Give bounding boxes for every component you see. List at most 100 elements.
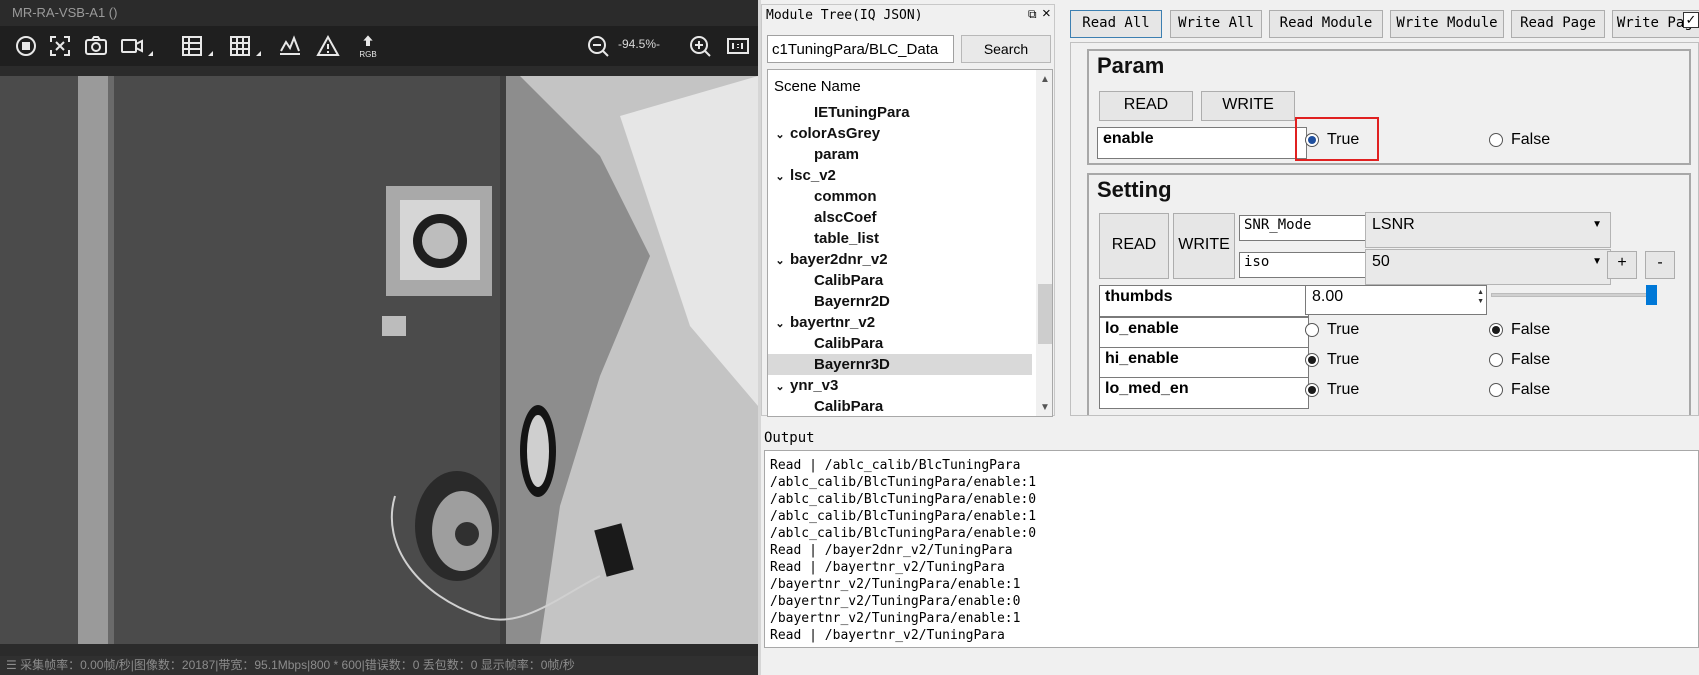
radio-dot <box>1305 353 1319 367</box>
stop-icon[interactable] <box>12 32 40 60</box>
chevron-down-icon[interactable]: ⌄ <box>772 251 788 272</box>
output-log[interactable]: Read | /ablc_calib/BlcTuningPara/ablc_ca… <box>764 450 1699 648</box>
original-size-icon[interactable] <box>724 32 752 60</box>
true-label: True <box>1327 131 1360 148</box>
hi-enable-true-radio[interactable]: True <box>1305 351 1359 369</box>
thumbds-field: thumbds <box>1099 285 1309 317</box>
lo-med-en-true-radio[interactable]: True <box>1305 381 1359 399</box>
thumbds-spinbox[interactable]: 8.00 ▲ ▼ <box>1305 285 1487 315</box>
float-icon[interactable]: ⧉ <box>1028 7 1037 22</box>
tree-item-label: param <box>814 146 860 163</box>
param-title: Param <box>1097 53 1165 78</box>
enable-true-radio[interactable]: True <box>1305 131 1359 149</box>
chevron-down-icon: ▼ <box>1592 256 1602 267</box>
tree-scrollbar-thumb[interactable] <box>1038 284 1052 344</box>
tree-scrollbar[interactable] <box>1036 70 1052 416</box>
read-module-button[interactable]: Read Module <box>1269 10 1383 38</box>
spin-arrows-icon[interactable]: ▲ ▼ <box>1477 288 1484 306</box>
output-line: /bayertnr_v2/TuningPara/enable:1 <box>770 611 1021 626</box>
true-label: True <box>1327 351 1360 368</box>
setting-write-button[interactable]: WRITE <box>1173 213 1235 279</box>
tree-item[interactable]: Bayernr3D <box>768 354 1032 375</box>
read-all-button[interactable]: Read All <box>1070 10 1162 38</box>
fit-screen-icon[interactable] <box>46 32 74 60</box>
output-line: Read | /bayertnr_v2/TuningPara <box>770 628 1005 643</box>
thumbds-slider-handle[interactable] <box>1646 285 1657 305</box>
video-icon[interactable] <box>118 32 153 60</box>
setting-field-lo-enable: lo_enable <box>1099 317 1309 349</box>
parameter-content: Param READ WRITE enable True False Setti… <box>1070 42 1699 416</box>
lo-enable-true-radio[interactable]: True <box>1305 321 1359 339</box>
zoom-in-icon[interactable] <box>686 32 714 60</box>
remove-iso-button[interactable]: - <box>1645 251 1675 279</box>
hi-enable-false-radio[interactable]: False <box>1489 351 1550 369</box>
iso-select[interactable]: 50 ▼ <box>1365 249 1611 285</box>
enable-false-radio[interactable]: False <box>1489 131 1550 149</box>
tree-item-label: Bayernr2D <box>814 293 890 310</box>
output-line: /ablc_calib/BlcTuningPara/enable:1 <box>770 509 1037 524</box>
tree-item[interactable]: common <box>768 186 1032 207</box>
grid-icon[interactable] <box>178 32 213 60</box>
radio-dot <box>1489 323 1503 337</box>
tree-item[interactable]: ⌄ bayer2dnr_v2 <box>768 249 1032 270</box>
output-line: /bayertnr_v2/TuningPara/enable:0 <box>770 594 1021 609</box>
scroll-down-icon[interactable]: ▼ <box>1040 402 1050 413</box>
tree-item[interactable]: table_list <box>768 228 1032 249</box>
thumbds-value: 8.00 <box>1312 288 1344 305</box>
zoom-level: -94.5%- <box>618 37 661 51</box>
chevron-down-icon[interactable]: ⌄ <box>772 125 788 146</box>
chevron-down-icon[interactable]: ⌄ <box>772 314 788 335</box>
camera-image[interactable] <box>0 76 758 644</box>
auto-checkbox[interactable]: ✓ <box>1683 12 1699 28</box>
zoom-out-icon[interactable] <box>584 32 612 60</box>
rgb-upload-icon[interactable]: RGB <box>354 32 382 60</box>
warning-icon[interactable] <box>314 32 342 60</box>
tree-item[interactable]: ⌄ bayertnr_v2 <box>768 312 1032 333</box>
search-button[interactable]: Search <box>961 35 1051 63</box>
tree-item[interactable]: alscCoef <box>768 207 1032 228</box>
tree-item[interactable]: CalibPara <box>768 333 1032 354</box>
tree-header: Scene Name <box>774 78 861 95</box>
enable-field: enable <box>1097 127 1307 159</box>
param-read-button[interactable]: READ <box>1099 91 1193 121</box>
param-write-button[interactable]: WRITE <box>1201 91 1295 121</box>
true-label: True <box>1327 381 1360 398</box>
output-line: Read | /bayertnr_v2/TuningPara <box>770 560 1005 575</box>
tree-item[interactable]: param <box>768 144 1032 165</box>
grid-large-icon[interactable] <box>226 32 261 60</box>
tree-item[interactable]: ⌄ colorAsGrey <box>768 123 1032 144</box>
snr-mode-value: LSNR <box>1372 216 1415 233</box>
tree-item[interactable]: IETuningPara <box>768 102 1032 123</box>
close-icon[interactable]: × <box>1042 5 1051 22</box>
histogram-icon[interactable] <box>276 32 304 60</box>
write-module-button[interactable]: Write Module <box>1390 10 1504 38</box>
tree-item[interactable]: ⌄ ynr_v3 <box>768 375 1032 396</box>
lo-enable-false-radio[interactable]: False <box>1489 321 1550 339</box>
tree-item[interactable]: ⌄ lsc_v2 <box>768 165 1032 186</box>
add-iso-button[interactable]: + <box>1607 251 1637 279</box>
chevron-down-icon[interactable]: ⌄ <box>772 167 788 188</box>
camera-icon[interactable] <box>82 32 110 60</box>
module-path-input[interactable]: c1TuningPara/BLC_Data <box>767 35 954 63</box>
false-label: False <box>1511 131 1551 148</box>
snr-mode-select[interactable]: LSNR ▼ <box>1365 212 1611 248</box>
lo-med-en-false-radio[interactable]: False <box>1489 381 1550 399</box>
setting-read-button[interactable]: READ <box>1099 213 1169 279</box>
output-line: /ablc_calib/BlcTuningPara/enable:1 <box>770 475 1037 490</box>
tree-item-label: CalibPara <box>814 335 884 352</box>
radio-dot <box>1305 323 1319 337</box>
iso-value: 50 <box>1372 253 1390 270</box>
true-label: True <box>1327 321 1360 338</box>
tree-item[interactable]: CalibPara <box>768 396 1032 416</box>
chevron-down-icon[interactable]: ⌄ <box>772 377 788 398</box>
setting-title: Setting <box>1097 177 1172 202</box>
image-viewer-panel: MR-RA-VSB-A1 () RGB -94.5%- ☰ 采集帧率：0.00帧… <box>0 0 758 675</box>
thumbds-slider[interactable] <box>1491 293 1657 297</box>
tree-item[interactable]: Bayernr2D <box>768 291 1032 312</box>
scroll-up-icon[interactable]: ▲ <box>1040 74 1050 85</box>
output-title: Output <box>764 430 815 446</box>
write-all-button[interactable]: Write All <box>1170 10 1262 38</box>
tree-item[interactable]: CalibPara <box>768 270 1032 291</box>
setting-field-hi-enable: hi_enable <box>1099 347 1309 379</box>
read-page-button[interactable]: Read Page <box>1511 10 1605 38</box>
